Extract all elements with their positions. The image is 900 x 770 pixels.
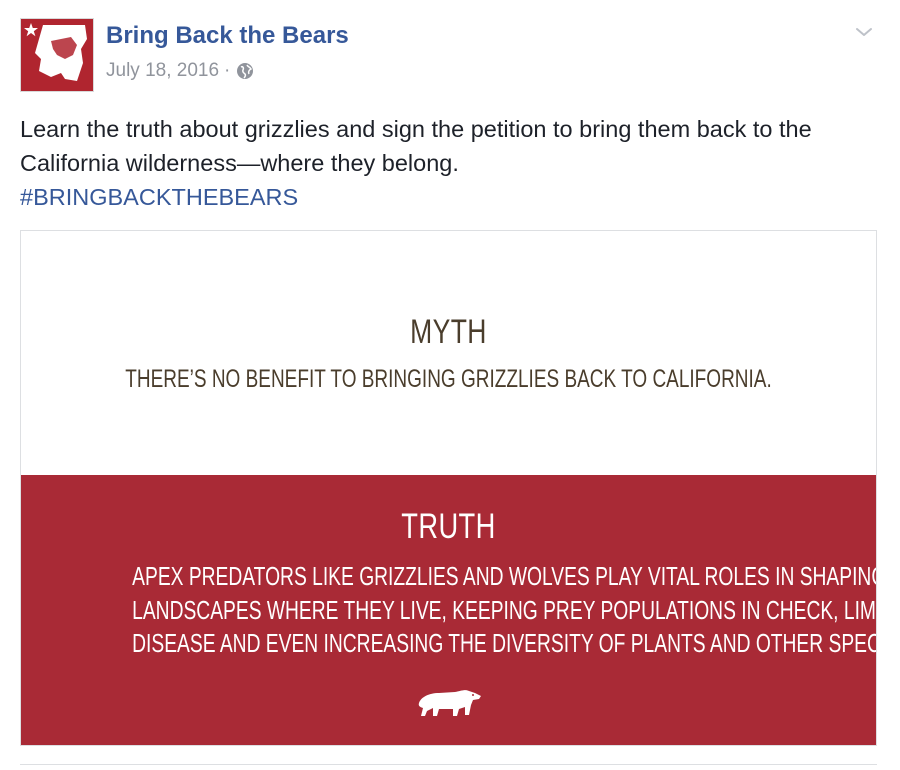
truth-text-line: LANDSCAPES WHERE THEY LIVE, KEEPING PREY…: [132, 595, 877, 625]
post-message: Learn the truth about grizzlies and sign…: [20, 112, 880, 214]
truth-text-line: DISEASE AND EVEN INCREASING THE DIVERSIT…: [132, 628, 877, 658]
post-divider: [20, 764, 877, 765]
myth-title: MYTH: [410, 313, 487, 351]
california-bear-flag-logo: [21, 19, 93, 91]
truth-panel: TRUTH APEX PREDATORS LIKE GRIZZLIES AND …: [21, 475, 876, 745]
meta-separator: ·: [224, 60, 231, 81]
myth-panel: MYTH THERE’S NO BENEFIT TO BRINGING GRIZ…: [21, 231, 876, 475]
post-message-text: Learn the truth about grizzlies and sign…: [20, 116, 812, 176]
globe-icon[interactable]: [236, 62, 254, 80]
bear-icon: [415, 683, 485, 723]
page-name-link[interactable]: Bring Back the Bears: [106, 22, 349, 50]
hashtag-link[interactable]: #BRINGBACKTHEBEARS: [20, 180, 880, 214]
post-meta: July 18, 2016 ·: [106, 60, 254, 82]
post-image[interactable]: MYTH THERE’S NO BENEFIT TO BRINGING GRIZ…: [20, 230, 877, 746]
post-date-link[interactable]: July 18, 2016: [106, 60, 219, 82]
page-avatar[interactable]: [20, 18, 94, 92]
chevron-down-icon[interactable]: [852, 20, 876, 44]
truth-title: TRUTH: [401, 507, 496, 546]
facebook-post: Bring Back the Bears July 18, 2016 · Lea…: [0, 0, 900, 770]
myth-text: THERE’S NO BENEFIT TO BRINGING GRIZZLIES…: [125, 365, 772, 393]
truth-text-line: APEX PREDATORS LIKE GRIZZLIES AND WOLVES…: [132, 561, 877, 591]
